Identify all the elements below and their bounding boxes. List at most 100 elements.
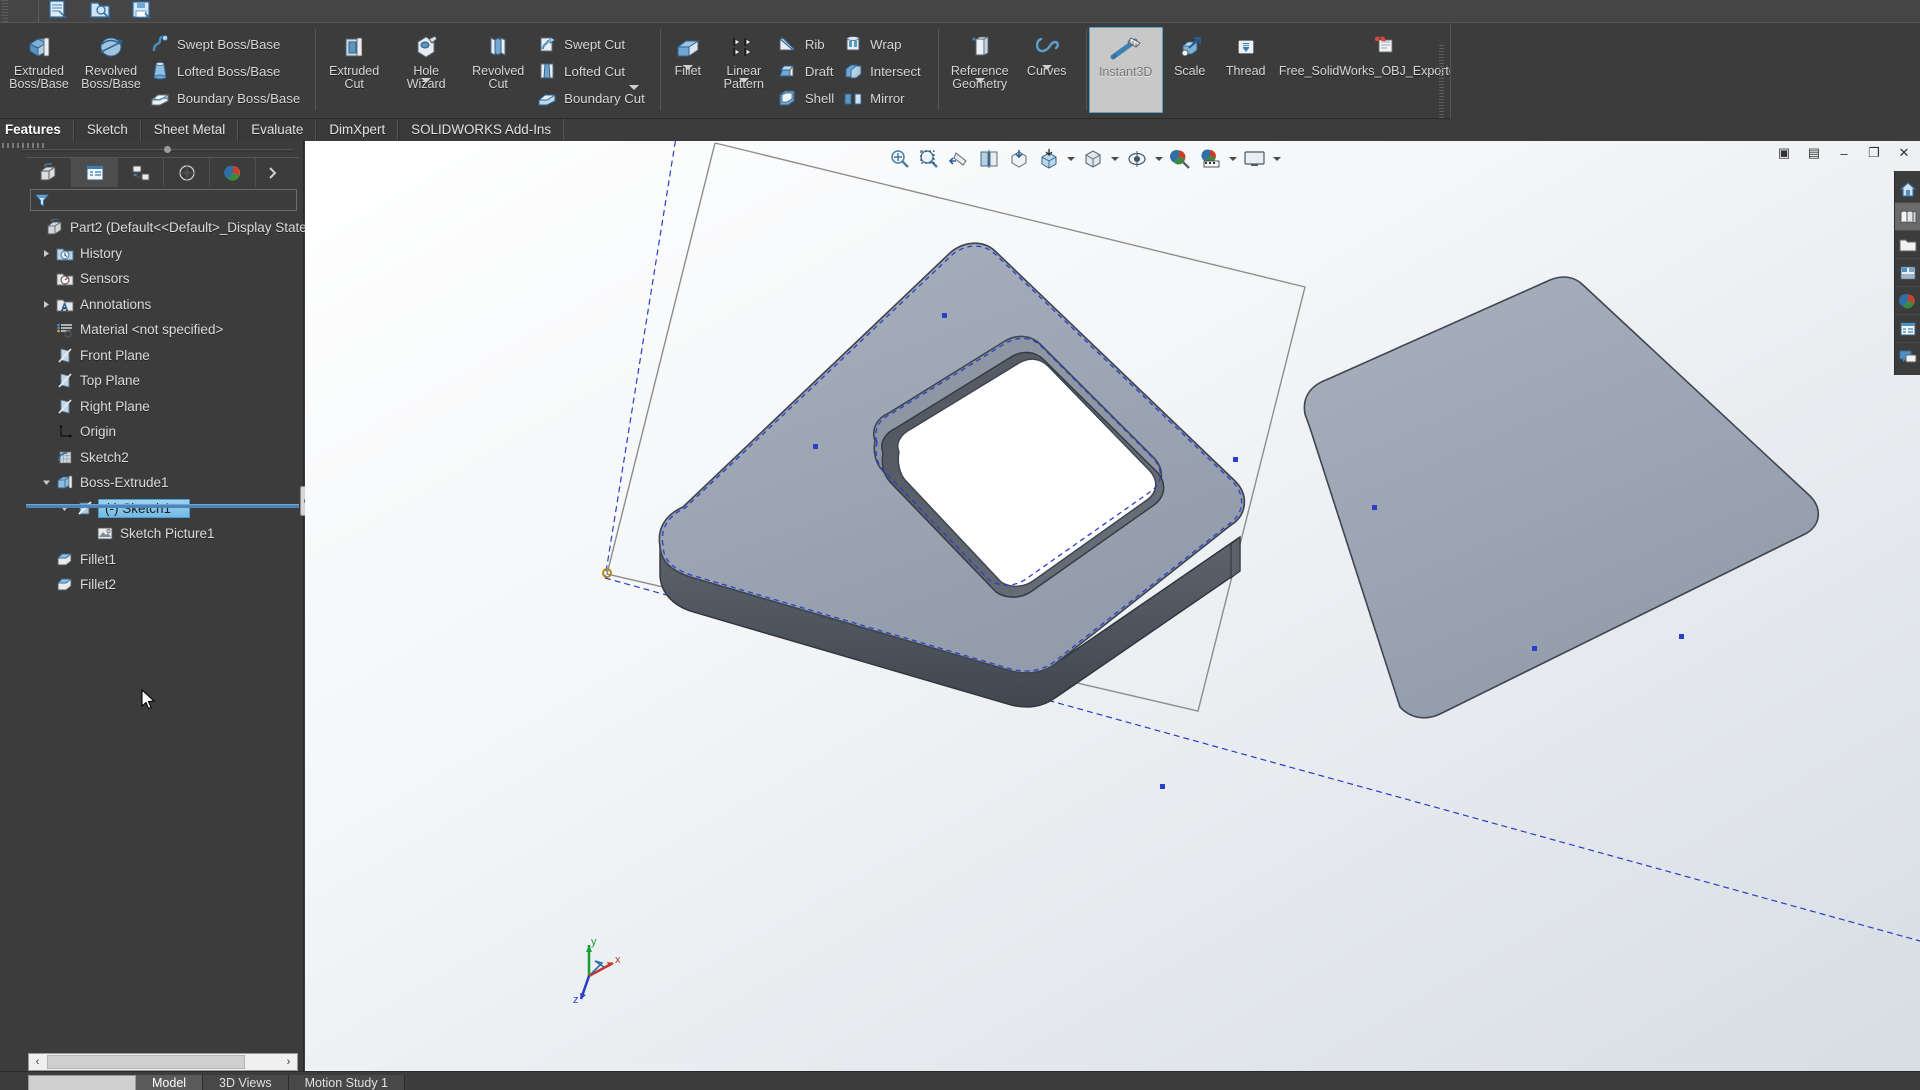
rollback-bar[interactable]: [26, 504, 299, 508]
tab-motion-study-1[interactable]: Motion Study 1: [288, 1075, 406, 1090]
thread-button[interactable]: Thread: [1217, 27, 1275, 78]
save-file-icon[interactable]: [129, 0, 155, 21]
tree-item-sketch2[interactable]: Sketch2: [28, 445, 301, 471]
tree-item-sketch1[interactable]: (-) Sketch1: [28, 496, 301, 522]
hole-wizard-button[interactable]: Hole Wizard: [390, 27, 462, 91]
tree-item-fillet2[interactable]: Fillet2: [28, 572, 301, 598]
lofted-cut-label: Lofted Cut: [564, 63, 626, 79]
new-part-icon[interactable]: [45, 0, 71, 21]
display-manager-tab[interactable]: [210, 158, 256, 187]
tree-arrow-collapsed-icon[interactable]: [38, 245, 54, 261]
tab-evaluate[interactable]: Evaluate: [238, 119, 317, 141]
rib-button[interactable]: Rib: [775, 32, 840, 56]
tree-arrow-collapsed-icon[interactable]: [38, 296, 54, 312]
instant3d-button[interactable]: Instant3D: [1088, 27, 1163, 113]
expand-panel-button[interactable]: [256, 158, 290, 187]
feature-tree: Part2 (Default<<Default>_Display State H…: [28, 215, 307, 598]
tree-item-sensors[interactable]: Sensors: [28, 266, 301, 292]
wrap-button[interactable]: Wrap: [840, 32, 927, 56]
mirror-button[interactable]: Mirror: [840, 86, 927, 110]
scale-button[interactable]: Scale: [1163, 27, 1217, 78]
intersect-button[interactable]: Intersect: [840, 59, 927, 83]
tab-model[interactable]: Model: [136, 1075, 204, 1090]
panel-split-dot[interactable]: [164, 146, 171, 153]
tree-item-sketch-picture1[interactable]: Sketch Picture1: [28, 521, 301, 547]
reference-geometry-chevron-icon[interactable]: [974, 78, 985, 83]
curves-chevron-icon[interactable]: [1041, 65, 1052, 70]
tree-item-annotations[interactable]: A Annotations: [28, 292, 301, 318]
tree-item-top-plane[interactable]: Top Plane: [28, 368, 301, 394]
model-3d-render[interactable]: x y z: [305, 141, 1920, 1071]
tree-item-label: History: [80, 245, 123, 261]
scroll-right-button[interactable]: ›: [280, 1054, 297, 1070]
feature-manager-tab[interactable]: [26, 158, 72, 187]
swept-boss-base-button[interactable]: Swept Boss/Base: [147, 32, 306, 56]
appearances-scenes-button[interactable]: [1895, 287, 1920, 315]
revolved-boss-base-button[interactable]: Revolved Boss/Base: [75, 27, 147, 91]
linear-pattern-button[interactable]: Linear Pattern: [713, 27, 775, 91]
tab-sketch[interactable]: Sketch: [73, 119, 141, 141]
chevron-down-icon[interactable]: [421, 78, 432, 83]
tree-item-history[interactable]: History: [28, 241, 301, 267]
tree-arrow-expanded-icon[interactable]: [56, 500, 72, 516]
animation-controls[interactable]: [28, 1075, 136, 1090]
revolved-cut-button[interactable]: Revolved Cut: [462, 27, 534, 91]
tree-item-fillet1[interactable]: Fillet1: [28, 547, 301, 573]
swept-cut-button[interactable]: Swept Cut: [534, 32, 651, 56]
extruded-boss-base-label: Extruded Boss/Base: [9, 64, 69, 91]
open-file-icon[interactable]: [87, 0, 113, 21]
panel-drag-dots[interactable]: [2, 143, 46, 148]
tree-item-origin[interactable]: Origin: [28, 419, 301, 445]
boundary-boss-base-button[interactable]: Boundary Boss/Base: [147, 86, 306, 110]
thread-icon: [1229, 33, 1263, 63]
feature-tree-horizontal-scrollbar[interactable]: ‹ ›: [28, 1053, 298, 1071]
cut-group-chevron-icon[interactable]: [628, 85, 639, 90]
tree-item-part2[interactable]: Part2 (Default<<Default>_Display State: [28, 215, 307, 241]
shell-button[interactable]: Shell: [775, 86, 840, 110]
ribbon-group-reference: Reference Geometry Curves: [937, 23, 1078, 120]
tree-item-label: Boss-Extrude1: [80, 475, 169, 491]
tree-item-front-plane[interactable]: Front Plane: [28, 343, 301, 369]
dimxpert-manager-tab[interactable]: [164, 158, 210, 187]
file-explorer-button[interactable]: [1895, 231, 1920, 259]
draft-button[interactable]: Draft: [775, 59, 840, 83]
command-manager-tabs: Features Sketch Sheet Metal Evaluate Dim…: [0, 119, 1920, 141]
feature-filter-field[interactable]: [30, 189, 297, 211]
reference-geometry-button[interactable]: Reference Geometry: [941, 27, 1019, 91]
ribbon-group-boss-base: Extruded Boss/Base Revolved Boss/Base Swep…: [0, 23, 309, 120]
custom-properties-button[interactable]: [1895, 315, 1920, 343]
view-palette-button[interactable]: [1895, 259, 1920, 287]
fillet-feature-icon: [54, 575, 76, 595]
lofted-boss-base-button[interactable]: Lofted Boss/Base: [147, 59, 306, 83]
feature-manager-tabs: [26, 157, 299, 187]
tree-item-material[interactable]: Material <not specified>: [28, 317, 301, 343]
forum-button[interactable]: [1895, 343, 1920, 371]
tree-item-right-plane[interactable]: Right Plane: [28, 394, 301, 420]
fillet-chevron-icon[interactable]: [682, 65, 693, 70]
design-library-button[interactable]: [1895, 203, 1920, 231]
linear-pattern-chevron-icon[interactable]: [738, 78, 749, 83]
lofted-cut-button[interactable]: Lofted Cut: [534, 59, 651, 83]
solidworks-resources-button[interactable]: [1895, 175, 1920, 203]
tab-sheet-metal[interactable]: Sheet Metal: [140, 119, 239, 141]
tree-item-label: Sketch Picture1: [120, 526, 215, 542]
extruded-boss-base-button[interactable]: Extruded Boss/Base: [3, 27, 75, 91]
scroll-thumb[interactable]: [47, 1055, 245, 1069]
scroll-track[interactable]: [247, 1055, 279, 1069]
annotations-icon: A: [54, 294, 76, 314]
tab-solidworks-add-ins[interactable]: SOLIDWORKS Add-Ins: [398, 119, 565, 141]
property-manager-tab[interactable]: [72, 158, 118, 187]
scroll-left-button[interactable]: ‹: [29, 1054, 46, 1070]
tab-3d-views[interactable]: 3D Views: [203, 1075, 289, 1090]
tree-item-boss-extrude1[interactable]: Boss-Extrude1: [28, 470, 301, 496]
toolbar-drag-handle[interactable]: [2, 0, 8, 22]
tab-dimxpert[interactable]: DimXpert: [316, 119, 399, 141]
curves-button[interactable]: Curves: [1019, 27, 1075, 78]
fillet-button[interactable]: Fillet: [663, 27, 713, 78]
tab-features[interactable]: Features: [0, 119, 74, 141]
graphics-viewport[interactable]: ▣ ▤ – ❐ ✕ x y z: [305, 141, 1920, 1071]
extruded-cut-button[interactable]: Extruded Cut: [318, 27, 390, 91]
tree-arrow-expanded-icon[interactable]: [38, 475, 54, 491]
feature-filter-input[interactable]: [53, 193, 296, 207]
configuration-manager-tab[interactable]: [118, 158, 164, 187]
